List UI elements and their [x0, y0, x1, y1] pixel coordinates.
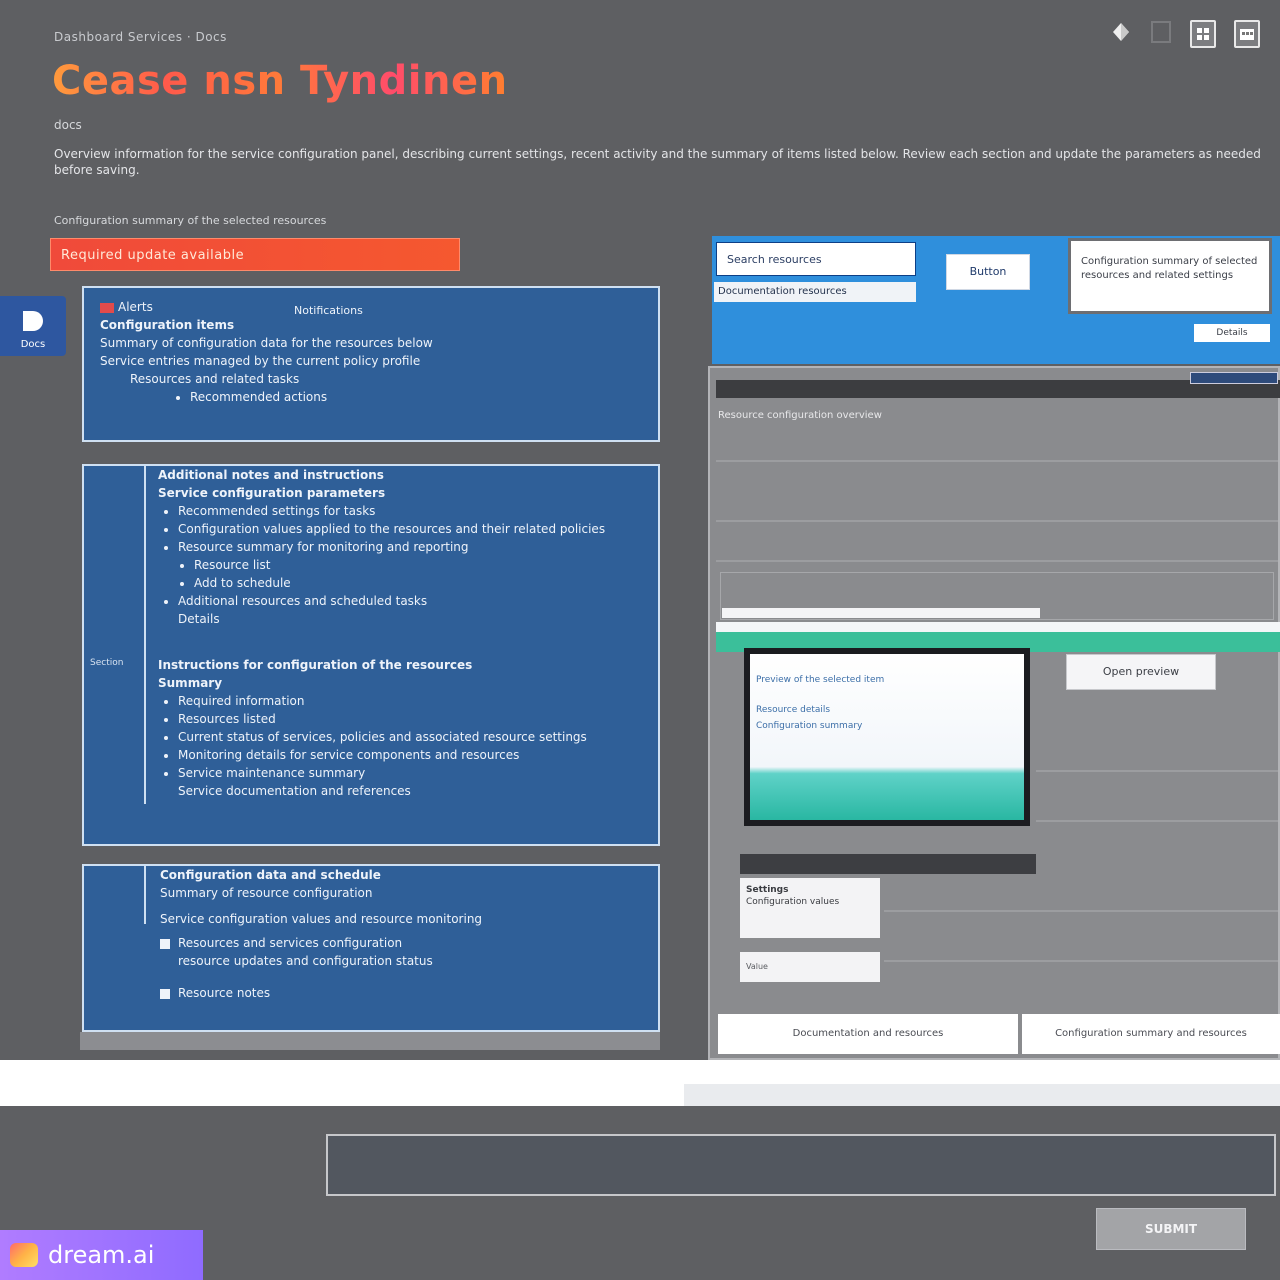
panel1-flag-label: Alerts	[118, 300, 153, 314]
panel2-block-2: Instructions for configuration of the re…	[158, 656, 638, 800]
info-card[interactable]: Configuration summary of selected resour…	[1068, 238, 1272, 314]
info-panel-2: Additional notes and instructions Servic…	[82, 464, 660, 846]
dream-logo-icon	[10, 1243, 38, 1267]
panel1-heading: Configuration items	[100, 318, 235, 332]
list-item[interactable]: Recommended settings for tasks	[178, 502, 638, 520]
panel2-block-footer[interactable]: Service documentation and references	[158, 782, 638, 800]
preview-monitor-base	[740, 854, 1036, 874]
list-item[interactable]: Resource summary for monitoring and repo…	[178, 538, 638, 556]
preview-monitor[interactable]: Preview of the selected item Resource de…	[744, 648, 1030, 826]
panel1-line: Service entries managed by the current p…	[100, 354, 421, 368]
list-item[interactable]: Service maintenance summary	[178, 764, 638, 782]
panel-row-divider	[884, 880, 1278, 912]
search-label: Documentation resources	[714, 282, 916, 302]
panel3-line: resource updates and configuration statu…	[178, 954, 433, 968]
checkbox-icon[interactable]	[160, 988, 170, 999]
panel3-block: Configuration data and schedule Summary …	[160, 866, 638, 1002]
side-tab-label: Docs	[20, 339, 46, 350]
panel2-gutter-label: Section	[90, 658, 124, 668]
panel1-line: Resources and related tasks	[130, 372, 300, 386]
breadcrumb[interactable]: Dashboard Services · Docs	[54, 30, 227, 44]
alert-bar[interactable]: Required update available	[50, 238, 460, 271]
panel3-heading: Configuration data and schedule	[160, 868, 381, 882]
panel2-block-1: Additional notes and instructions Servic…	[158, 466, 638, 628]
page-title: Cease nsn Tyndinen	[52, 58, 508, 104]
preview-panel-heading: Resource configuration overview	[718, 410, 882, 421]
panel1-line: Summary of configuration data for the re…	[100, 336, 433, 350]
message-input[interactable]	[326, 1134, 1276, 1196]
preview-input-value	[722, 608, 1040, 618]
settings-card[interactable]: Settings Configuration values	[740, 878, 880, 938]
list-item[interactable]: Required information	[178, 692, 638, 710]
panel2-block-footer[interactable]: Details	[158, 610, 638, 628]
calendar-icon[interactable]	[1234, 20, 1260, 48]
list-item[interactable]: Additional resources and scheduled tasks	[178, 592, 638, 610]
submit-button[interactable]: SUBMIT	[1096, 1208, 1246, 1250]
panel2-block-heading: Instructions for configuration of the re…	[158, 658, 473, 672]
section-label: Configuration summary of the selected re…	[54, 214, 327, 227]
list-item[interactable]: Current status of services, policies and…	[178, 728, 638, 746]
panel3-line: Service configuration values and resourc…	[160, 912, 483, 926]
panel-row-divider	[1036, 790, 1278, 822]
panel-row-divider	[716, 540, 1278, 562]
search-input[interactable]: Search resources	[716, 242, 916, 276]
info-panel-1: Alerts Notifications Configuration items…	[82, 286, 660, 442]
grid-icon[interactable]	[1190, 20, 1216, 48]
side-tab[interactable]: Docs	[0, 296, 66, 356]
panel-footer-strip	[80, 1032, 660, 1050]
panel3-divider	[144, 866, 146, 924]
panel-row-divider	[1036, 730, 1278, 772]
action-button[interactable]: Button	[946, 254, 1030, 290]
panel2-divider	[144, 466, 146, 804]
preview-line: Preview of the selected item	[756, 675, 885, 685]
flag-icon	[100, 302, 114, 313]
panel3-checkbox-row[interactable]: Resource notes	[160, 984, 638, 1002]
preview-screen: Preview of the selected item Resource de…	[750, 654, 1024, 820]
panel3-line: Resources and services configuration	[178, 936, 403, 950]
watermark: dream.ai	[0, 1230, 203, 1280]
panel-row-divider	[716, 500, 1278, 522]
panel3-checkbox-row[interactable]: Resources and services configuration	[160, 934, 638, 952]
top-toolbar	[1110, 20, 1260, 48]
panel2-block-subheading: Summary	[158, 676, 223, 690]
diamond-icon[interactable]	[1110, 20, 1132, 44]
open-preview-button[interactable]: Open preview	[1066, 654, 1216, 690]
footer-link-right[interactable]: Configuration summary and resources	[1022, 1014, 1280, 1054]
panel1-center-label: Notifications	[294, 304, 363, 317]
settings-card-body: Configuration values	[746, 897, 840, 907]
bottom-bar-segment	[684, 1084, 1280, 1106]
list-item[interactable]: Add to schedule	[194, 574, 638, 592]
preview-line: Configuration summary	[756, 721, 863, 731]
page-subtitle: docs	[54, 118, 82, 132]
footer-link-left[interactable]: Documentation and resources	[718, 1014, 1018, 1054]
page-description: Overview information for the service con…	[54, 147, 1261, 177]
panel1-bullet[interactable]: Recommended actions	[190, 388, 642, 406]
watermark-text: dream.ai	[48, 1241, 155, 1269]
window-icon[interactable]	[1150, 20, 1172, 44]
panel-row-divider	[716, 440, 1278, 462]
details-button[interactable]: Details	[1194, 324, 1270, 342]
list-item[interactable]: Resources listed	[178, 710, 638, 728]
panel-row-divider	[884, 930, 1278, 962]
settings-card-title: Settings	[746, 885, 789, 895]
value-input[interactable]: Value	[740, 952, 880, 982]
panel3-subheading: Summary of resource configuration	[160, 886, 373, 900]
info-panel-3: Configuration data and schedule Summary …	[82, 864, 660, 1032]
panel2-block-heading: Additional notes and instructions	[158, 468, 384, 482]
panel1-flag-row: Alerts	[100, 298, 642, 316]
panel2-block-subheading: Service configuration parameters	[158, 486, 386, 500]
list-item[interactable]: Resource list	[194, 556, 638, 574]
panel3-line: Resource notes	[178, 986, 271, 1000]
list-item[interactable]: Configuration values applied to the reso…	[178, 520, 638, 538]
checkbox-icon[interactable]	[160, 938, 170, 949]
side-tab-icon	[23, 311, 43, 331]
toolbar-tag[interactable]	[1190, 372, 1278, 384]
preview-line: Resource details	[756, 705, 831, 715]
list-item[interactable]: Monitoring details for service component…	[178, 746, 638, 764]
